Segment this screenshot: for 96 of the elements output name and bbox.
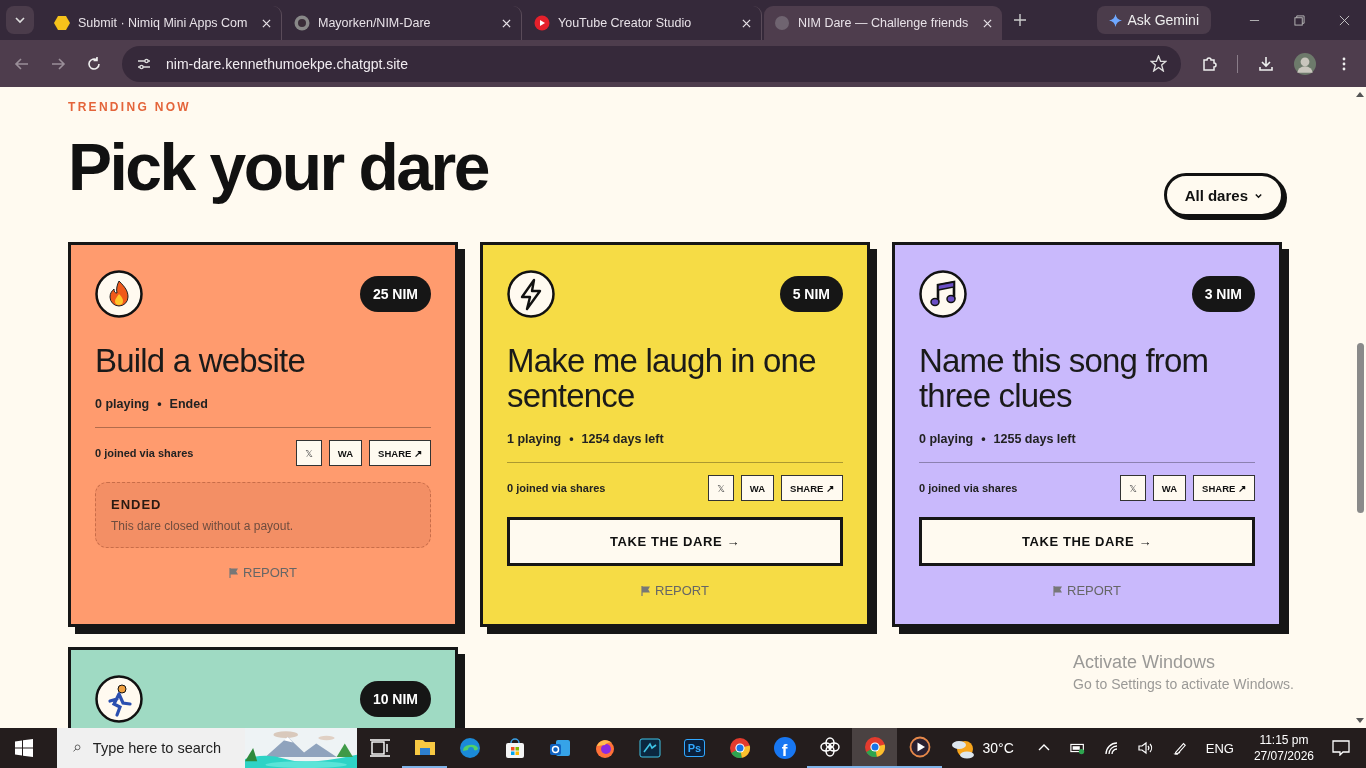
mail-icon	[548, 737, 571, 759]
fox-logo-icon	[593, 737, 616, 759]
clock-date[interactable]: 27/07/2026	[1253, 749, 1314, 763]
share-button[interactable]: 𝕏	[296, 440, 322, 467]
share-count: 0 joined via shares	[919, 482, 1018, 495]
knot-logo-icon	[818, 736, 841, 758]
pen-icon[interactable]	[1171, 741, 1188, 755]
reward-badge: 10 NIM	[359, 681, 431, 718]
back-icon[interactable]	[14, 55, 30, 72]
chrome-icon	[863, 736, 886, 758]
browser-tab[interactable]: NIM Dare — Challenge friends	[764, 6, 1002, 40]
close-icon[interactable]	[983, 18, 992, 28]
video-editor-icon	[638, 737, 661, 759]
puzzle-icon[interactable]	[1201, 55, 1217, 72]
flag-icon	[1053, 585, 1063, 596]
windows-start-icon[interactable]	[15, 739, 33, 757]
dare-status: 1255 days left	[993, 432, 1076, 447]
activation-title: Activate Windows	[1073, 652, 1217, 673]
close-icon[interactable]	[502, 18, 511, 28]
share-button[interactable]: WA	[328, 440, 363, 467]
sparkle-icon	[1109, 13, 1123, 27]
wifi-icon[interactable]	[1103, 741, 1120, 755]
share-button[interactable]: SHARE ↗	[781, 475, 843, 502]
scrollbar-thumb[interactable]	[1356, 343, 1364, 513]
new-tab-icon[interactable]	[1014, 14, 1026, 26]
taskbar-app[interactable]: f	[762, 728, 807, 768]
star-icon[interactable]	[1150, 55, 1167, 72]
clock-time[interactable]: 11:15 pm	[1259, 733, 1309, 747]
shopping-bag-icon	[503, 737, 526, 759]
taskbar-app[interactable]: Ps	[672, 728, 717, 768]
task-view-icon	[368, 737, 391, 759]
facebook-icon: f	[773, 737, 796, 759]
separator-dot: •	[569, 432, 574, 447]
dare-title: Name this song from three clues	[919, 344, 1210, 415]
player-count: 0 playing	[95, 397, 150, 412]
hexagon-icon	[54, 15, 70, 31]
reload-icon[interactable]	[86, 55, 102, 72]
lightning-icon	[507, 270, 555, 319]
tab-search-button[interactable]	[6, 6, 34, 34]
play-icon	[534, 15, 550, 31]
chevron-down-icon	[14, 14, 26, 26]
player-count: 0 playing	[919, 432, 974, 447]
player-count: 1 playing	[507, 432, 562, 447]
share-button[interactable]: WA	[1152, 475, 1187, 502]
flame-icon	[95, 270, 143, 319]
weather-temperature[interactable]: 30°C	[982, 740, 1014, 756]
reward-badge: 3 NIM	[1191, 276, 1255, 313]
section-eyebrow: TRENDING NOW	[68, 100, 191, 114]
volume-icon[interactable]	[1137, 741, 1154, 755]
restore-icon[interactable]	[1294, 14, 1305, 26]
close-icon[interactable]	[742, 18, 751, 28]
share-count: 0 joined via shares	[507, 482, 606, 495]
share-button[interactable]: WA	[740, 475, 775, 502]
activation-text: Go to Settings to activate Windows.	[1073, 676, 1294, 692]
runner-icon	[95, 675, 143, 724]
dare-status: Ended	[169, 397, 208, 412]
photo-editor-icon: Ps	[683, 739, 706, 757]
taskbar-app[interactable]	[852, 728, 897, 768]
notification-icon[interactable]	[1332, 740, 1350, 756]
share-button[interactable]: SHARE ↗	[1193, 475, 1255, 502]
scroll-up-icon[interactable]	[1356, 91, 1364, 97]
flag-icon	[229, 567, 239, 578]
share-button[interactable]: 𝕏	[1120, 475, 1146, 502]
page-heading: Pick your dare	[68, 133, 488, 203]
forward-icon[interactable]	[50, 55, 66, 72]
play-icon	[908, 736, 931, 758]
reward-badge: 5 NIM	[779, 276, 843, 313]
scroll-down-icon[interactable]	[1356, 718, 1364, 724]
battery-icon[interactable]	[1069, 741, 1086, 755]
input-language[interactable]: ENG	[1205, 740, 1234, 756]
wave-logo-icon	[458, 737, 481, 759]
reward-badge: 25 NIM	[359, 276, 431, 313]
close-icon[interactable]	[262, 18, 271, 28]
separator-dot: •	[981, 432, 986, 447]
share-button[interactable]: SHARE ↗	[369, 440, 431, 467]
take-dare-button[interactable]: TAKE THE DARE →	[919, 517, 1255, 567]
download-icon[interactable]	[1258, 55, 1274, 72]
chrome-icon	[728, 737, 751, 759]
flag-icon	[641, 585, 651, 596]
taskbar-search-field[interactable]: Type here to search	[57, 728, 357, 768]
music-note-icon	[919, 270, 967, 319]
filter-dropdown[interactable]: All dares	[1163, 173, 1284, 218]
dare-title: Make me laugh in one sentence	[507, 344, 817, 415]
close-icon[interactable]	[1339, 14, 1350, 26]
share-button[interactable]: 𝕏	[708, 475, 734, 502]
report-link[interactable]: REPORT	[635, 582, 715, 600]
notice-text: This dare closed without a payout.	[111, 519, 295, 534]
address-bar[interactable]: nim-dare.kennethumoekpe.chatgpt.site	[122, 45, 1181, 82]
dare-status: 1254 days left	[581, 432, 664, 447]
take-dare-button[interactable]: TAKE THE DARE →	[507, 517, 843, 567]
separator-dot: •	[157, 397, 162, 412]
share-count: 0 joined via shares	[95, 447, 194, 460]
ask-gemini-button[interactable]: Ask Gemini	[1097, 6, 1211, 34]
notice-title: ENDED	[111, 497, 163, 513]
dare-title: Build a website	[95, 344, 306, 380]
avatar-icon[interactable]	[1294, 52, 1316, 75]
